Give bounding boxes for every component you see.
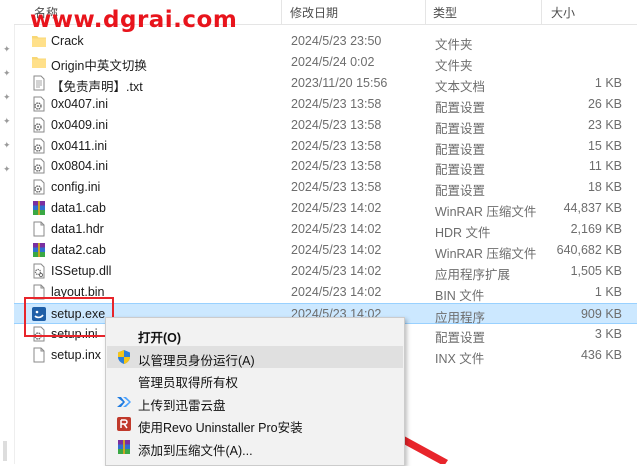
context-menu-item[interactable]: 打开(O): [107, 323, 403, 345]
context-menu-label: 添加到压缩文件(A)...: [138, 443, 253, 458]
context-menu-label: 管理员取得所有权: [138, 376, 239, 390]
context-menu-item[interactable]: 添加到压缩文件(A)...: [107, 436, 403, 458]
xunlei-bird-icon: [116, 394, 132, 410]
revo-uninstaller-icon: [116, 416, 132, 432]
context-menu-item[interactable]: 以管理员身份运行(A): [107, 345, 403, 368]
context-menu-item[interactable]: 使用Revo Uninstaller Pro安装: [107, 413, 403, 435]
uac-shield-icon: [116, 349, 132, 365]
context-menu-label: 以管理员身份运行(A): [138, 353, 255, 368]
context-menu-item[interactable]: 上传到迅雷云盘: [107, 391, 403, 413]
context-menu: 打开(O) 以管理员身份运行(A) 管理员取得所有权 上传到迅雷云盘使用Revo Un…: [105, 317, 405, 466]
context-menu-label: 使用Revo Uninstaller Pro安装: [138, 421, 303, 435]
context-menu-label: 上传到迅雷云盘: [138, 398, 226, 413]
context-menu-label: 打开(O): [138, 331, 182, 345]
context-menu-item[interactable]: 管理员取得所有权: [107, 368, 403, 390]
winrar-archive-icon: [116, 439, 132, 455]
